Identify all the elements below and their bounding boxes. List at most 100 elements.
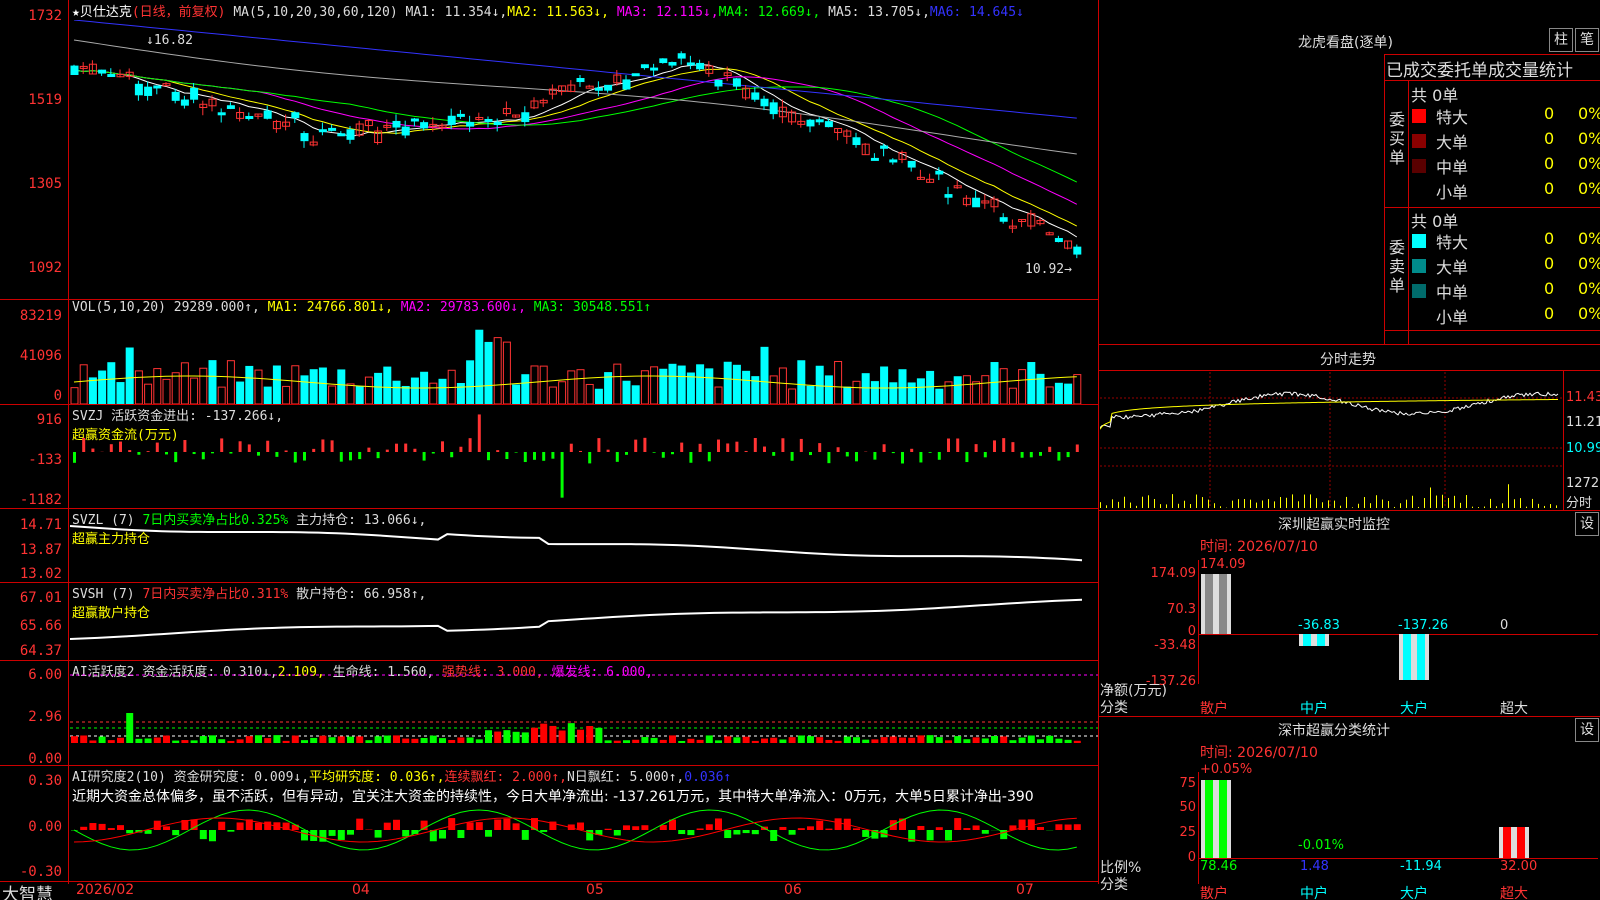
- volume-bar: [401, 385, 410, 404]
- intraday-vol-tick: 1272: [1566, 476, 1600, 491]
- ma5-line: [73, 39, 1077, 155]
- candle: [392, 120, 401, 128]
- volume-bar: [70, 387, 79, 404]
- volume-bar: [484, 341, 493, 404]
- intraday-vol-bar: [1532, 498, 1533, 508]
- flow-bar: [726, 443, 730, 452]
- flow-bar: [1048, 446, 1052, 452]
- retail-holding-chart[interactable]: [70, 595, 1098, 659]
- candle: [815, 119, 824, 123]
- flow-bar: [1066, 452, 1070, 458]
- intraday-tick: 11.43: [1566, 390, 1600, 405]
- intraday-vol-bar: [1508, 484, 1509, 508]
- ai1-tick: 0.00: [28, 751, 62, 767]
- stock-name[interactable]: ★贝仕达克: [72, 5, 132, 20]
- category-bar-shade: [1503, 827, 1511, 858]
- activity-bar: [190, 740, 198, 743]
- intraday-vol-bar: [1502, 503, 1503, 508]
- flow-bar: [671, 452, 674, 455]
- fl-settings-button[interactable]: 设: [1575, 718, 1599, 742]
- flow-bar: [533, 452, 536, 460]
- volume-bar: [199, 367, 208, 404]
- intraday-chart[interactable]: [1100, 372, 1562, 508]
- flow-bar: [772, 452, 776, 456]
- flow-bar: [698, 443, 702, 452]
- research-bar: [172, 830, 180, 836]
- flow-bar: [615, 452, 619, 462]
- main-holding-chart[interactable]: [70, 520, 1098, 582]
- activity-bar: [429, 735, 437, 743]
- activity-bar: [457, 737, 465, 743]
- candle: [226, 105, 235, 109]
- activity-bar: [825, 739, 833, 743]
- volume-bar: [558, 381, 567, 404]
- sz-value-super: 0: [1500, 618, 1509, 633]
- volume-bar: [512, 384, 521, 404]
- candle: [410, 118, 419, 122]
- brand-logo[interactable]: 大智慧: [2, 880, 53, 900]
- candle: [318, 129, 327, 133]
- volume-chart[interactable]: [70, 318, 1098, 404]
- candlestick-chart[interactable]: [70, 20, 1098, 298]
- fl-tick: 50: [1179, 800, 1196, 815]
- research-bar: [98, 823, 106, 830]
- ai-research-header: AI研究度2(10) 资金研究度: 0.009↓,平均研究度: 0.036↑,连…: [72, 766, 731, 785]
- activity-bar: [347, 736, 354, 743]
- volume-bar: [631, 385, 640, 404]
- order-count: 0: [1544, 154, 1555, 173]
- activity-bar: [678, 740, 686, 743]
- intraday-vol-bar: [1154, 498, 1155, 508]
- activity-bar: [209, 735, 216, 743]
- activity-bar: [172, 740, 180, 743]
- order-type: 大单: [1436, 133, 1469, 152]
- candle: [1073, 246, 1082, 255]
- bar-mode-button[interactable]: 柱: [1549, 28, 1573, 52]
- intraday-vol-bar: [1424, 497, 1425, 508]
- volume-bar: [898, 369, 907, 404]
- activity-bar: [328, 737, 336, 743]
- flow-bar: [744, 450, 748, 452]
- activity-bar: [641, 737, 649, 743]
- activity-bar: [80, 735, 88, 743]
- candle: [640, 64, 649, 69]
- research-bar: [604, 828, 612, 830]
- ai-research-chart[interactable]: [70, 805, 1098, 881]
- flow-bar: [707, 452, 711, 462]
- research-bar: [117, 825, 124, 830]
- flow-bar: [321, 439, 325, 452]
- sz-time: 时间: 2026/07/10: [1200, 539, 1318, 555]
- volume-bar: [806, 385, 815, 404]
- fl-bar-chart[interactable]: [1199, 772, 1599, 858]
- volume-bar: [815, 365, 824, 404]
- flow-bar: [312, 448, 316, 452]
- volume-bar: [907, 382, 916, 404]
- tick-mode-button[interactable]: 笔: [1575, 28, 1599, 52]
- candle: [769, 102, 778, 115]
- volume-bar: [410, 377, 419, 404]
- flow-bar: [983, 452, 987, 458]
- flow-bar: [551, 452, 555, 459]
- order-count: 0: [1544, 104, 1555, 123]
- ai-activity-chart[interactable]: [70, 670, 1098, 765]
- intraday-vol-bar: [1250, 499, 1251, 508]
- candle: [622, 79, 631, 90]
- flow-bar: [137, 452, 141, 455]
- candle: [88, 63, 97, 75]
- flow-bar: [542, 452, 546, 461]
- candle: [935, 170, 944, 175]
- activity-bar: [567, 723, 575, 743]
- ai2-extra: 0.036↑: [684, 770, 732, 785]
- cat-retail: 散户: [1200, 886, 1228, 900]
- sell-orders-label: 委卖单: [1389, 238, 1406, 295]
- sz-settings-button[interactable]: 设: [1575, 512, 1599, 536]
- research-bar: [945, 830, 952, 841]
- activity-bar: [724, 736, 732, 743]
- order-pct: 0%: [1578, 254, 1600, 273]
- svsh-tick: 64.37: [19, 643, 62, 659]
- svsh-tick: 65.66: [19, 618, 62, 634]
- research-bar: [337, 830, 345, 840]
- fund-flow-chart[interactable]: [70, 410, 1098, 506]
- research-bar: [779, 826, 787, 830]
- activity-bar: [337, 736, 345, 743]
- activity-bar: [586, 726, 594, 743]
